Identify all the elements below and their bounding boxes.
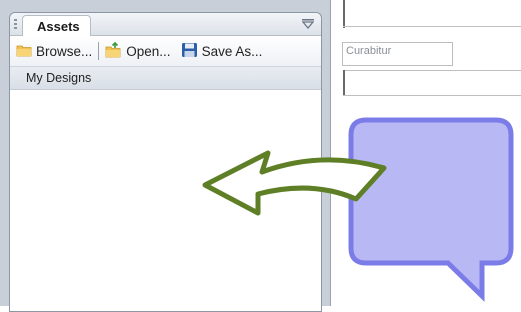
speech-bubble-shape[interactable] [348, 117, 514, 302]
